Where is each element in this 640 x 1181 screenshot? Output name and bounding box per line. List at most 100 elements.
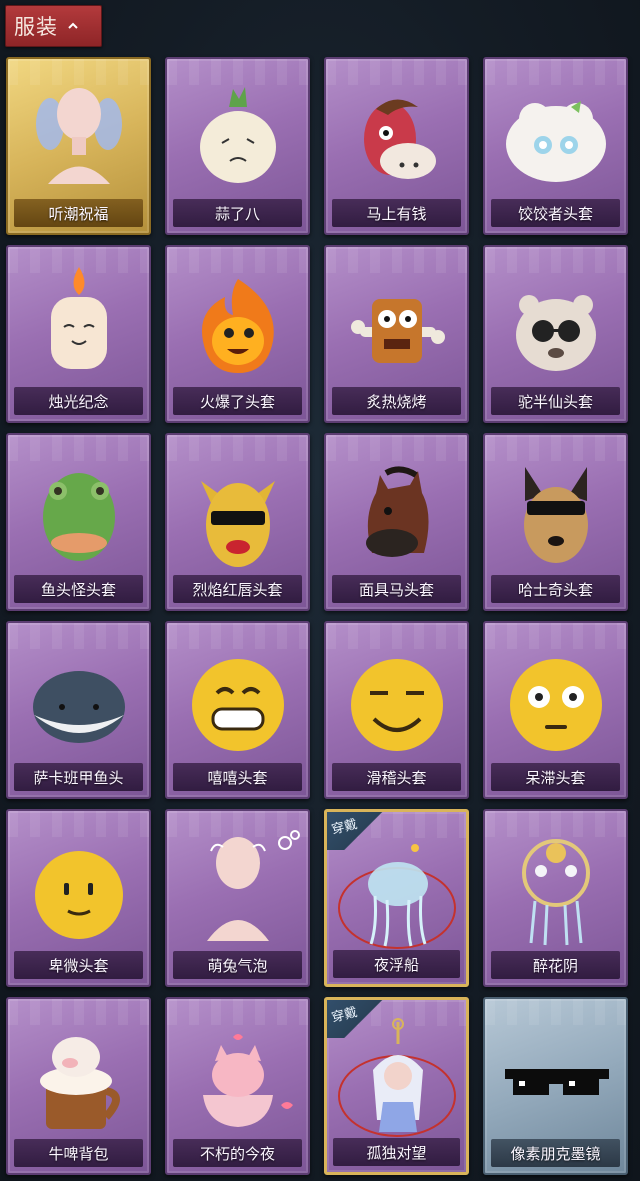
card-label-bar: 烛光纪念: [14, 387, 143, 415]
costume-name: 火爆了头套: [199, 392, 275, 411]
bbq-head-art: [351, 299, 445, 363]
costume-name: 鱼头怪头套: [40, 580, 116, 599]
yellow-mask-art: [201, 481, 275, 567]
bubble-doll-art: [207, 830, 300, 941]
costume-card-pixel-sunglasses[interactable]: 像素朋克墨镜: [483, 997, 628, 1175]
costume-name: 不朽的今夜: [199, 1144, 275, 1163]
card-label-bar: 孤独对望: [333, 1138, 460, 1166]
smirk-emoji-art: [351, 659, 443, 751]
card-label-bar: 哈士奇头套: [491, 575, 620, 603]
costume-card-fire[interactable]: 火爆了头套: [165, 245, 310, 423]
wardrobe-category-button[interactable]: 服装: [5, 5, 102, 47]
costume-card-dumpling[interactable]: 饺饺者头套: [483, 57, 628, 235]
dumpling-head-art: [506, 101, 606, 182]
equipped-badge: 穿戴: [327, 1000, 383, 1038]
card-label-bar: 萨卡班甲鱼头: [14, 763, 143, 791]
angel-doll-art: [36, 88, 122, 184]
card-label-bar: 烈焰红唇头套: [173, 575, 302, 603]
costume-card-horse-mask[interactable]: 面具马头套: [324, 433, 469, 611]
equipped-badge-label: 穿戴: [330, 817, 359, 838]
red-horse-art: [364, 99, 436, 179]
costume-name: 饺饺者头套: [517, 204, 593, 223]
costume-card-garlic[interactable]: 蒜了八: [165, 57, 310, 235]
flower-ornament-art: [522, 839, 590, 946]
costume-name: 烈焰红唇头套: [192, 580, 283, 599]
card-label-bar: 呆滞头套: [491, 763, 620, 791]
costume-card-husky[interactable]: 哈士奇头套: [483, 433, 628, 611]
card-label-bar: 卑微头套: [14, 951, 143, 979]
costume-card-bunny-bubble[interactable]: 萌兔气泡: [165, 809, 310, 987]
card-label-bar: 饺饺者头套: [491, 199, 620, 227]
costume-name: 哈士奇头套: [517, 580, 593, 599]
grin-emoji-art: [192, 659, 284, 751]
costume-name: 卑微头套: [48, 956, 109, 975]
card-label-bar: 滑稽头套: [332, 763, 461, 791]
costume-card-eternal-night[interactable]: 不朽的今夜: [165, 997, 310, 1175]
card-label-bar: 不朽的今夜: [173, 1139, 302, 1167]
fire-head-art: [201, 279, 274, 373]
costume-card-grin[interactable]: 嘻嘻头套: [165, 621, 310, 799]
equipped-badge-label: 穿戴: [330, 1005, 359, 1026]
camel-head-art: [516, 295, 596, 371]
card-label-bar: 马上有钱: [332, 199, 461, 227]
costume-card-candle[interactable]: 烛光纪念: [6, 245, 151, 423]
costume-card-night-boat[interactable]: 穿戴 夜浮船: [324, 809, 469, 987]
costume-card-lonely-gaze[interactable]: 穿戴 孤独对望: [324, 997, 469, 1175]
card-label-bar: 像素朋克墨镜: [491, 1139, 620, 1167]
costume-name: 呆滞头套: [525, 768, 586, 787]
card-label-bar: 听潮祝福: [14, 199, 143, 227]
costume-card-horse-money[interactable]: 马上有钱: [324, 57, 469, 235]
costume-name: 醉花阴: [532, 956, 578, 975]
card-label-bar: 萌兔气泡: [173, 951, 302, 979]
card-label-bar: 面具马头套: [332, 575, 461, 603]
costume-card-dazed[interactable]: 呆滞头套: [483, 621, 628, 799]
costume-card-humble[interactable]: 卑微头套: [6, 809, 151, 987]
costume-card-tingchao[interactable]: 听潮祝福: [6, 57, 151, 235]
card-label-bar: 火爆了头套: [173, 387, 302, 415]
costume-card-camel[interactable]: 驼半仙头套: [483, 245, 628, 423]
costume-card-beer-backpack[interactable]: 牛啤背包: [6, 997, 151, 1175]
costume-name: 听潮祝福: [48, 204, 109, 223]
category-title: 服装: [14, 15, 58, 39]
horse-mask-art: [366, 466, 429, 557]
costume-name: 萌兔气泡: [207, 956, 268, 975]
costume-name: 马上有钱: [366, 204, 427, 223]
card-label-bar: 蒜了八: [173, 199, 302, 227]
equipped-badge: 穿戴: [327, 812, 383, 850]
costume-card-drunk-flower[interactable]: 醉花阴: [483, 809, 628, 987]
card-label-bar: 嘻嘻头套: [173, 763, 302, 791]
card-label-bar: 夜浮船: [333, 950, 460, 978]
card-label-bar: 醉花阴: [491, 951, 620, 979]
dazed-emoji-art: [510, 659, 602, 751]
costume-name: 像素朋克墨镜: [510, 1144, 601, 1163]
card-label-bar: 炙热烧烤: [332, 387, 461, 415]
costume-name: 面具马头套: [358, 580, 434, 599]
beer-mug-art: [40, 1037, 120, 1129]
card-label-bar: 鱼头怪头套: [14, 575, 143, 603]
fish-head-art: [43, 473, 115, 561]
dog-head-art: [524, 467, 588, 563]
costume-name: 夜浮船: [373, 955, 419, 974]
costume-name: 烛光纪念: [48, 392, 109, 411]
costume-name: 嘻嘻头套: [207, 768, 268, 787]
costume-name: 孤独对望: [366, 1143, 427, 1162]
costume-name: 萨卡班甲鱼头: [33, 768, 124, 787]
costume-name: 蒜了八: [214, 204, 260, 223]
card-label-bar: 驼半仙头套: [491, 387, 620, 415]
costume-card-sacabambaspis[interactable]: 萨卡班甲鱼头: [6, 621, 151, 799]
card-label-bar: 牛啤背包: [14, 1139, 143, 1167]
chevron-up-icon: [68, 22, 78, 29]
candle-head-art: [51, 267, 107, 369]
costume-name: 滑稽头套: [366, 768, 427, 787]
garlic-head-art: [200, 87, 276, 183]
costume-card-fish-monster[interactable]: 鱼头怪头套: [6, 433, 151, 611]
fish-art: [33, 671, 125, 743]
costume-card-red-lips[interactable]: 烈焰红唇头套: [165, 433, 310, 611]
pixel-sunglasses-art: [505, 1069, 609, 1095]
costume-name: 驼半仙头套: [517, 392, 593, 411]
costume-grid: 听潮祝福 蒜了八 马上有钱 饺饺者头套 烛光纪念 火爆了头套 炙热烧烤 驼半仙头…: [6, 57, 632, 1175]
costume-name: 牛啤背包: [48, 1144, 109, 1163]
costume-card-bbq[interactable]: 炙热烧烤: [324, 245, 469, 423]
costume-card-funny[interactable]: 滑稽头套: [324, 621, 469, 799]
humble-emoji-art: [35, 851, 123, 939]
